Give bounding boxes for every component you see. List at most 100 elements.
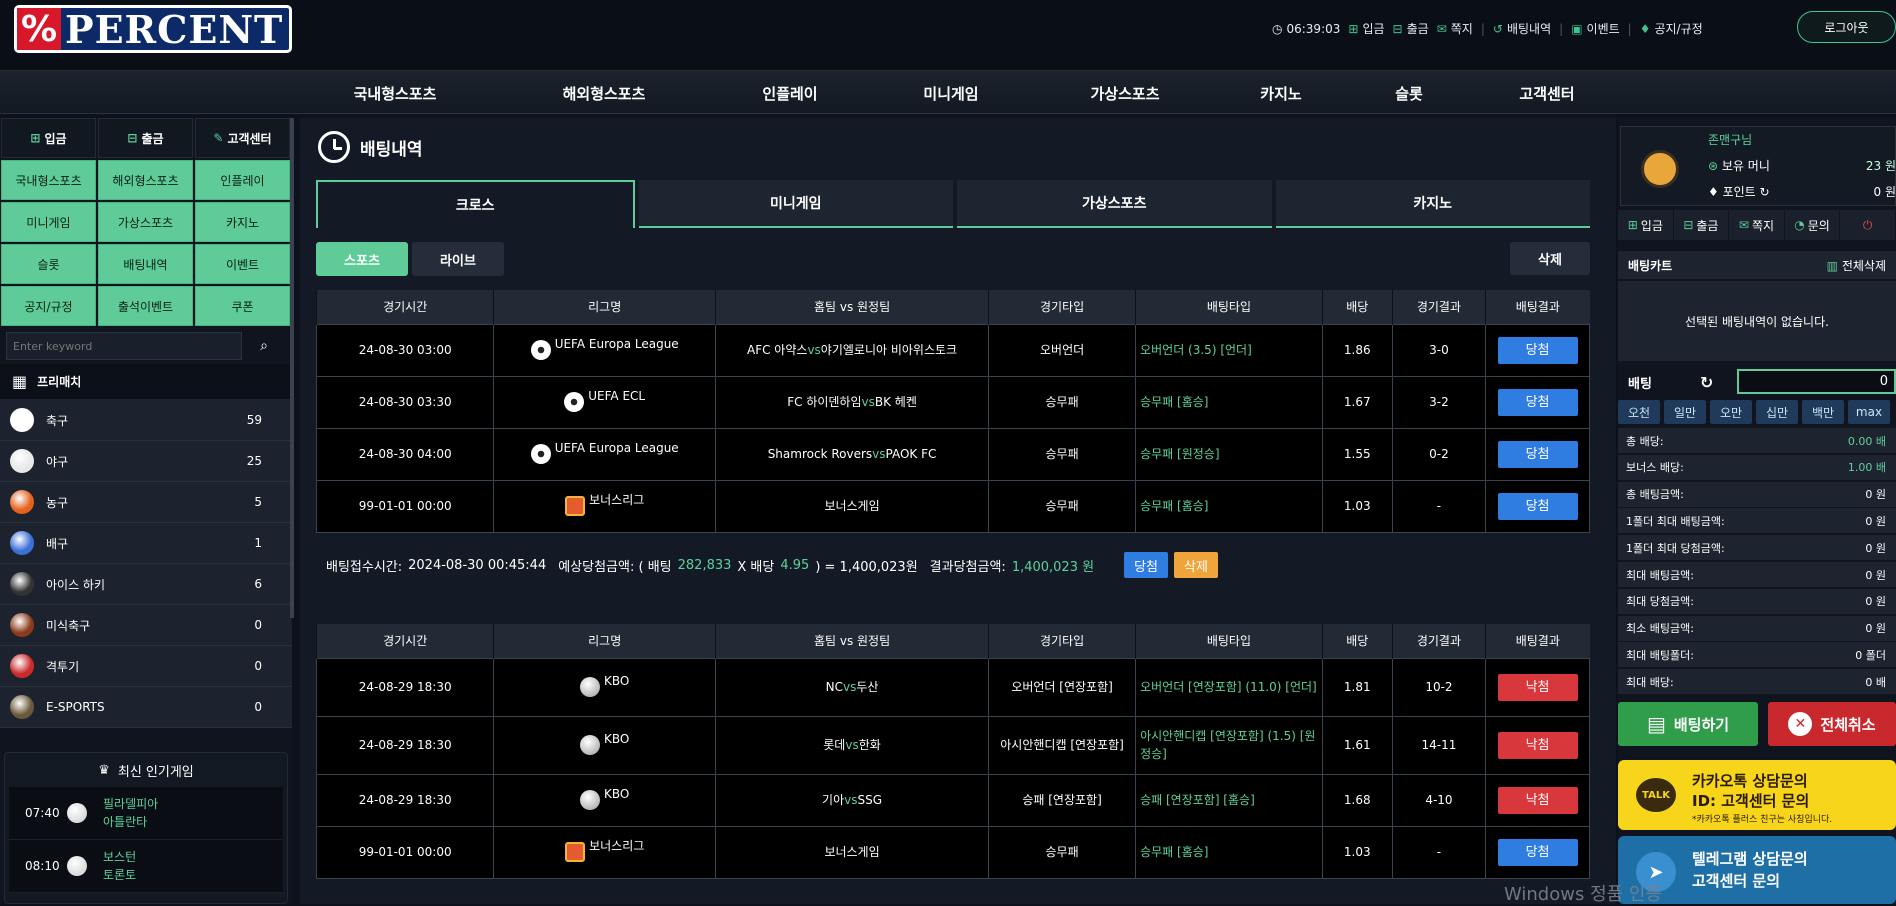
- left-scrollbar[interactable]: [290, 118, 294, 618]
- menu-bet-history[interactable]: 배팅내역: [98, 244, 193, 284]
- column-header: 홈팀 vs 원정팀: [715, 290, 989, 324]
- search-input[interactable]: [6, 332, 242, 360]
- divider: |: [1480, 21, 1485, 36]
- table-row: 99-01-01 00:00 보너스리그 보너스게임 승무패 승무패 [홈승] 1.03-…: [315, 479, 1590, 533]
- menu-slot[interactable]: 슬롯: [1, 244, 96, 284]
- subtab-live[interactable]: 라이브: [412, 242, 504, 276]
- bet-info-row: 총 배당: 0.00 배: [1618, 428, 1896, 454]
- chip-50000[interactable]: 오만: [1710, 400, 1752, 424]
- chip-100000[interactable]: 십만: [1756, 400, 1798, 424]
- top-link-messages[interactable]: ✉ 쪽지: [1437, 20, 1473, 37]
- diamond-icon: ♦: [1708, 185, 1719, 199]
- menu-domestic-sports[interactable]: 국내형스포츠: [1, 160, 96, 200]
- baseball-icon: [580, 734, 601, 755]
- sport-item[interactable]: 농구 5: [0, 482, 292, 523]
- cart-clear-button[interactable]: ▥ 전체삭제: [1827, 257, 1886, 274]
- column-header: 배팅타입: [1135, 290, 1323, 324]
- menu-notice[interactable]: 공지/규정: [1, 286, 96, 326]
- table-row: 24-08-29 18:30 KBO 기아vsSSG 승패 [연장포함] 승패 [연장포…: [315, 773, 1590, 827]
- bet-amount-input[interactable]: 0: [1737, 369, 1896, 394]
- sport-item[interactable]: 야구 25: [0, 441, 292, 482]
- nav-item-domestic-sports[interactable]: 국내형스포츠: [354, 83, 437, 104]
- menu-coupon[interactable]: 쿠폰: [195, 286, 290, 326]
- menu-events[interactable]: 이벤트: [195, 244, 290, 284]
- prematch-header[interactable]: ▦ 프리매치: [0, 364, 292, 400]
- quick-withdraw-button[interactable]: ⊟ 출금: [98, 118, 193, 158]
- delete-all-button[interactable]: 삭제: [1510, 242, 1590, 275]
- place-bet-button[interactable]: ▤ 배팅하기: [1618, 702, 1758, 746]
- column-header: 배당: [1321, 624, 1393, 658]
- subtab-sports[interactable]: 스포츠: [316, 242, 408, 276]
- nav-item-virtual-sports[interactable]: 가상스포츠: [1090, 83, 1159, 104]
- slip-delete-button[interactable]: 삭제: [1174, 552, 1218, 578]
- divider: |: [1559, 21, 1564, 36]
- sport-item[interactable]: 축구 59: [0, 400, 292, 441]
- nav-item-foreign-sports[interactable]: 해외형스포츠: [563, 83, 646, 104]
- top-link-events[interactable]: ▣ 이벤트: [1571, 20, 1619, 37]
- bet-slip-summary: 배팅접수시간: 2024-08-30 00:45:44 예상당첨금액: ( 배팅…: [326, 552, 1218, 578]
- result-badge: 당첨: [1497, 388, 1578, 416]
- tab-minigame[interactable]: 미니게임: [638, 180, 953, 228]
- soccer-ball-icon: [530, 339, 551, 360]
- nav-item-inplay[interactable]: 인플레이: [762, 83, 817, 104]
- sport-item[interactable]: 배구 1: [0, 523, 292, 564]
- column-header: 경기타입: [988, 290, 1136, 324]
- sport-icon: [10, 572, 34, 596]
- user-name: 존맨구님: [1708, 133, 1753, 147]
- bet-cart-header: 배팅카트 ▥ 전체삭제: [1618, 251, 1896, 279]
- bet-chips: 오천 일만 오만 십만 백만 max: [1618, 400, 1896, 424]
- chip-max[interactable]: max: [1848, 400, 1890, 424]
- point-row: ♦ 포인트 ↻ 0 원: [1708, 185, 1896, 199]
- nav-item-minigame[interactable]: 미니게임: [923, 83, 978, 104]
- sport-item[interactable]: 격투기 0: [0, 646, 292, 687]
- popular-game-row[interactable]: 07:40 필라델피아 아틀란타: [9, 787, 283, 840]
- coin-icon: ⊛: [1708, 159, 1719, 173]
- menu-minigame[interactable]: 미니게임: [1, 202, 96, 242]
- sport-item[interactable]: E-SPORTS 0: [0, 687, 292, 728]
- kakao-support-banner[interactable]: TALK 카카오톡 상담문의 ID: 고객센터 문의 *카카오톡 플러스 친구는…: [1618, 760, 1896, 830]
- top-link-history[interactable]: ↺ 배팅내역: [1493, 20, 1551, 37]
- page-title: 배팅내역: [360, 139, 423, 160]
- chip-10000[interactable]: 일만: [1664, 400, 1706, 424]
- reset-icon[interactable]: ↻: [1700, 373, 1713, 392]
- search-icon[interactable]: ⌕: [242, 332, 286, 360]
- menu-inplay[interactable]: 인플레이: [195, 160, 290, 200]
- menu-attendance[interactable]: 출석이벤트: [98, 286, 193, 326]
- nav-item-slot[interactable]: 슬롯: [1395, 83, 1423, 104]
- nav-item-casino[interactable]: 카지노: [1260, 83, 1301, 104]
- top-link-withdraw[interactable]: ⊟ 출금: [1393, 20, 1429, 37]
- brand-logo[interactable]: % PERCENT: [14, 5, 293, 53]
- user-withdraw-button[interactable]: ⊟ 출금: [1674, 210, 1730, 240]
- plus-icon: ⊞: [1627, 218, 1638, 232]
- chip-5000[interactable]: 오천: [1618, 400, 1660, 424]
- refresh-icon[interactable]: ↻: [1760, 185, 1770, 199]
- history-tabs: 크로스 미니게임 가상스포츠 카지노: [316, 180, 1590, 228]
- quick-deposit-button[interactable]: ⊞ 입금: [1, 118, 96, 158]
- chip-1000000[interactable]: 백만: [1802, 400, 1844, 424]
- trash-icon: ▥: [1826, 258, 1838, 273]
- sport-item[interactable]: 아이스 하키 6: [0, 564, 292, 605]
- menu-foreign-sports[interactable]: 해외형스포츠: [98, 160, 193, 200]
- cancel-all-button[interactable]: ✕ 전체취소: [1768, 702, 1896, 746]
- tab-cross[interactable]: 크로스: [316, 180, 635, 228]
- top-link-notice[interactable]: ♦ 공지/규정: [1640, 20, 1703, 37]
- menu-virtual-sports[interactable]: 가상스포츠: [98, 202, 193, 242]
- clock-icon: ◷: [1272, 21, 1283, 36]
- tab-virtual-sports[interactable]: 가상스포츠: [957, 180, 1272, 228]
- sport-item[interactable]: 미식축구 0: [0, 605, 292, 646]
- logout-button[interactable]: 로그아웃: [1797, 11, 1896, 43]
- sport-count: 0: [254, 618, 262, 632]
- nav-item-customer-center[interactable]: 고객센터: [1519, 83, 1574, 104]
- column-header: 리그명: [493, 624, 716, 658]
- user-inquiry-button[interactable]: ◔ 문의: [1785, 210, 1841, 240]
- tab-casino[interactable]: 카지노: [1275, 180, 1590, 228]
- top-link-deposit[interactable]: ⊞ 입금: [1348, 20, 1384, 37]
- quick-support-button[interactable]: ✎ 고객센터: [195, 118, 290, 158]
- popular-game-row[interactable]: 08:10 보스턴 토론토: [9, 840, 283, 893]
- power-icon[interactable]: ⏻: [1840, 210, 1896, 240]
- user-deposit-button[interactable]: ⊞ 입금: [1618, 210, 1674, 240]
- minus-icon: ⊟: [1392, 21, 1403, 36]
- bet-info-row: 최대 배팅폴더: 0 폴더: [1618, 642, 1896, 669]
- menu-casino[interactable]: 카지노: [195, 202, 290, 242]
- user-message-button[interactable]: ✉ 쪽지: [1729, 210, 1785, 240]
